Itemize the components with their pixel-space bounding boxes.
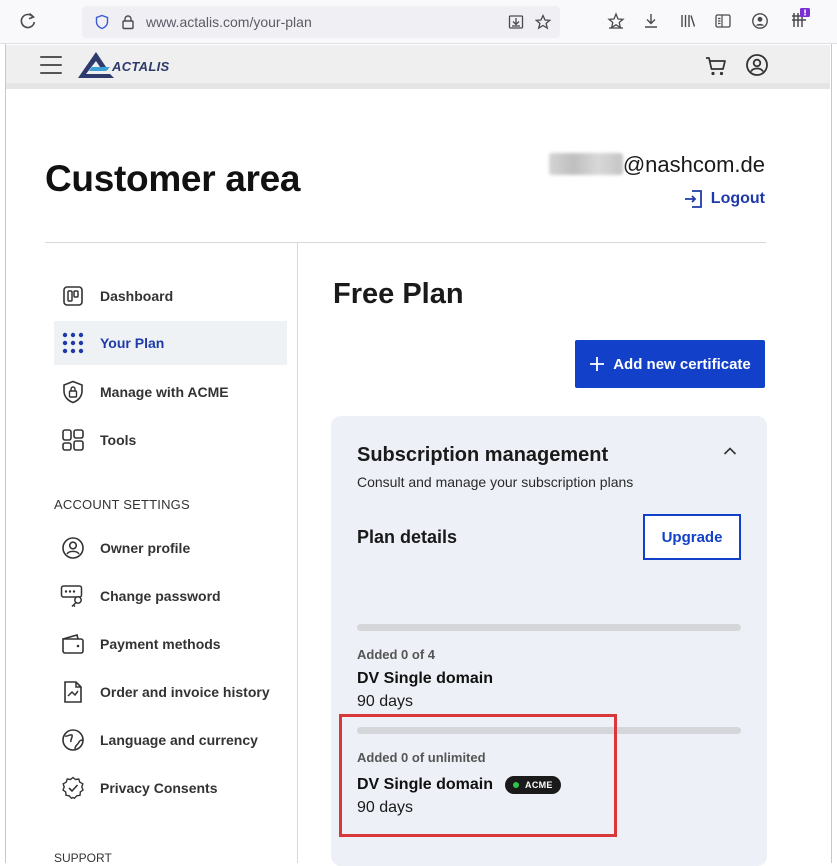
account-settings-heading: ACCOUNT SETTINGS	[54, 497, 190, 512]
tools-grid-icon	[60, 427, 86, 453]
annotation-highlight-box	[339, 714, 617, 837]
reader-view-icon[interactable]	[714, 12, 732, 30]
sidebar-item-label: Tools	[100, 432, 137, 448]
plan-details-heading: Plan details	[357, 527, 458, 547]
key-icon	[60, 583, 86, 609]
sidebar-item-order-history[interactable]: Order and invoice history	[54, 670, 287, 714]
sidebar-divider	[297, 243, 298, 863]
library-icon[interactable]	[679, 12, 697, 30]
site-header: ACTALIS	[6, 45, 830, 89]
lock-icon[interactable]	[120, 14, 136, 30]
user-profile-icon[interactable]	[745, 53, 769, 77]
sidebar-item-label: Change password	[100, 588, 221, 604]
subscription-title: Subscription management	[357, 444, 609, 466]
browser-toolbar: www.actalis.com/your-plan	[0, 0, 837, 44]
logout-link[interactable]: Logout	[683, 188, 765, 210]
logout-label: Logout	[710, 190, 765, 207]
pocket-star-icon[interactable]	[607, 12, 625, 30]
invoice-icon	[60, 679, 86, 705]
logo-text: ACTALIS	[112, 59, 170, 74]
sidebar-item-label: Manage with ACME	[100, 384, 229, 400]
wallet-icon	[60, 631, 86, 657]
bookmark-star-icon[interactable]	[535, 14, 551, 30]
dashboard-icon	[60, 283, 86, 309]
plan-duration: 90 days	[357, 693, 414, 710]
reload-icon[interactable]	[18, 11, 40, 33]
menu-icon[interactable]	[40, 56, 62, 74]
sidebar-item-label: Language and currency	[100, 732, 258, 748]
user-circle-icon	[60, 535, 86, 561]
plan-added-count: Added 0 of 4	[357, 647, 436, 662]
tracking-shield-icon[interactable]	[94, 14, 110, 30]
plan-title: Free Plan	[333, 278, 464, 310]
extension-icon[interactable]	[789, 8, 810, 27]
upgrade-button[interactable]: Upgrade	[643, 514, 741, 560]
plus-icon	[590, 357, 605, 371]
sidebar-item-your-plan[interactable]: Your Plan	[54, 321, 287, 365]
chevron-up-icon[interactable]	[723, 446, 737, 456]
account-icon[interactable]	[751, 12, 769, 30]
sidebar-item-change-password[interactable]: Change password	[54, 574, 287, 618]
sidebar-item-privacy-consents[interactable]: Privacy Consents	[54, 766, 287, 810]
shield-lock-icon	[60, 379, 86, 405]
sidebar-item-label: Owner profile	[100, 540, 191, 556]
support-heading: SUPPORT	[54, 851, 112, 863]
plan-progress-bar	[357, 624, 741, 631]
page-title: Customer area	[45, 158, 301, 199]
logout-icon	[684, 190, 702, 208]
sidebar-item-owner-profile[interactable]: Owner profile	[54, 526, 287, 570]
account-email: @nashcom.de	[548, 152, 765, 178]
screenshot-frame: www.actalis.com/your-plan ACTALIS Custom…	[0, 0, 837, 866]
address-bar[interactable]: www.actalis.com/your-plan	[82, 6, 560, 38]
sidebar-item-language-currency[interactable]: Language and currency	[54, 718, 287, 762]
header-divider	[45, 242, 766, 243]
sidebar-item-label: Dashboard	[100, 288, 174, 304]
sidebar-item-label: Your Plan	[100, 335, 165, 351]
subscription-subtitle: Consult and manage your subscription pla…	[357, 474, 634, 490]
sidebar-item-payment-methods[interactable]: Payment methods	[54, 622, 287, 666]
sidebar-item-label: Privacy Consents	[100, 780, 218, 796]
add-certificate-button[interactable]: Add new certificate	[575, 340, 765, 388]
email-domain: @nashcom.de	[622, 152, 765, 177]
actalis-logo[interactable]: ACTALIS	[76, 50, 186, 80]
grid-dots-icon	[60, 330, 86, 356]
plan-product-label: DV Single domain	[357, 670, 494, 687]
sidebar-item-label: Order and invoice history	[100, 684, 270, 700]
download-icon[interactable]	[642, 12, 660, 30]
sidebar-item-dashboard[interactable]: Dashboard	[54, 274, 287, 318]
badge-check-icon	[60, 775, 86, 801]
email-redacted-blur	[548, 153, 623, 175]
add-certificate-label: Add new certificate	[613, 355, 751, 373]
sidebar-item-manage-acme[interactable]: Manage with ACME	[54, 370, 287, 414]
globe-icon	[60, 727, 86, 753]
sidebar-item-tools[interactable]: Tools	[54, 418, 287, 462]
url-text[interactable]: www.actalis.com/your-plan	[146, 14, 312, 30]
plan-product-name: DV Single domain	[357, 670, 493, 688]
sidebar-item-label: Payment methods	[100, 636, 221, 652]
save-page-icon[interactable]	[508, 14, 524, 30]
cart-icon[interactable]	[704, 54, 728, 78]
